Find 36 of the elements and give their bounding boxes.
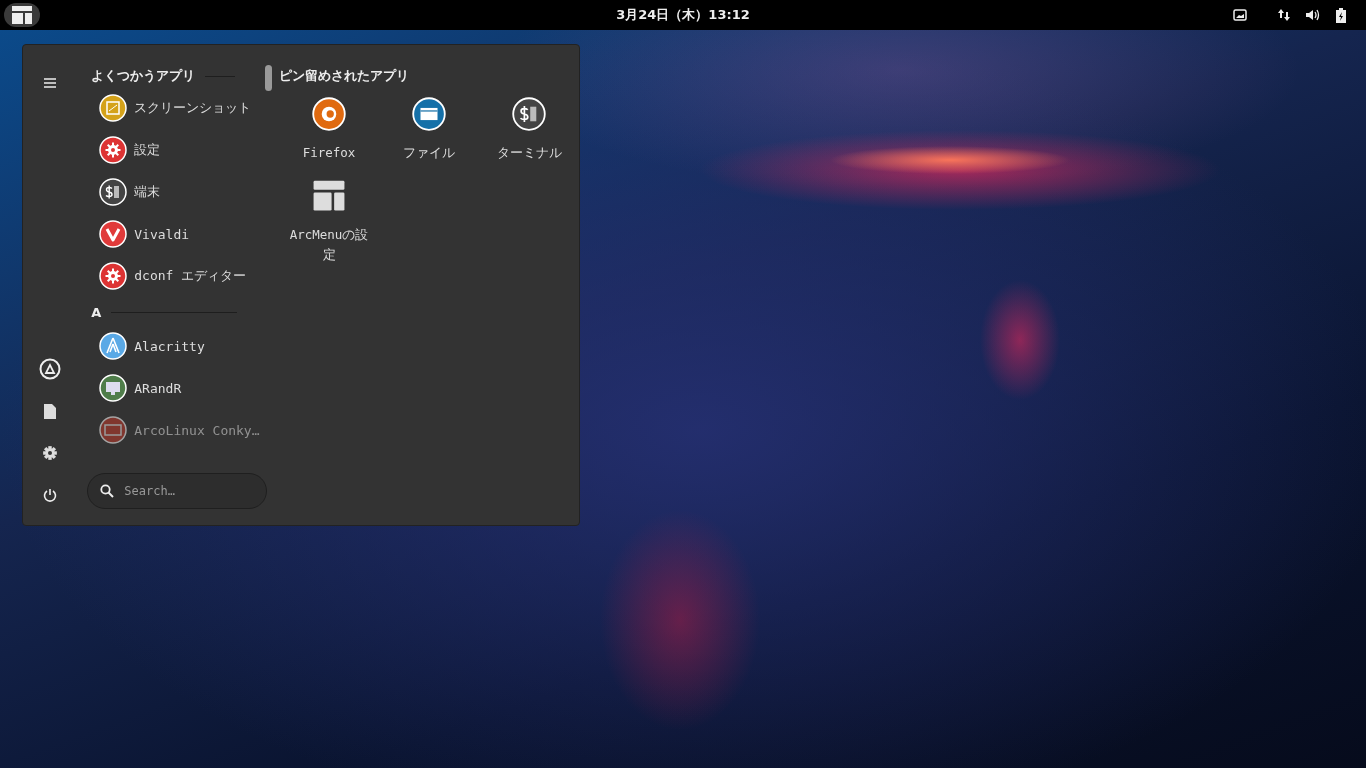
- pinned-app[interactable]: ファイル: [379, 95, 479, 163]
- app-list-item[interactable]: スクリーンショット: [77, 87, 264, 129]
- pinned-app[interactable]: ターミナル: [479, 95, 579, 163]
- app-icon: [312, 97, 346, 131]
- scrollbar-thumb[interactable]: [264, 65, 272, 91]
- app-list-item[interactable]: 設定: [77, 129, 264, 171]
- app-icon: [99, 178, 128, 206]
- clock[interactable]: 3月24日（木）13:12: [616, 6, 750, 24]
- section-title: よくつかうアプリ: [91, 67, 196, 85]
- section-title: ピン留めされたアプリ: [279, 67, 409, 85]
- app-list-item[interactable]: 端末: [77, 171, 264, 213]
- volume-icon[interactable]: [1306, 9, 1320, 21]
- section-letter: A: [91, 304, 102, 320]
- app-list-item[interactable]: Vivaldi: [77, 213, 264, 255]
- app-icon: [412, 97, 446, 131]
- app-list-item[interactable]: dconf エディター: [77, 255, 264, 297]
- app-icon: [99, 262, 128, 290]
- app-icon: [99, 416, 128, 444]
- image-icon[interactable]: [1233, 9, 1247, 21]
- pinned-app[interactable]: Firefox: [279, 95, 379, 163]
- app-icon: [99, 374, 128, 402]
- app-icon: [99, 332, 128, 360]
- menu-button[interactable]: [4, 3, 40, 27]
- app-list-item[interactable]: ArcoLinux Conky…: [77, 409, 264, 451]
- network-arrows-icon[interactable]: [1278, 8, 1290, 22]
- search-field[interactable]: Search…: [87, 473, 268, 509]
- layout-icon: [12, 6, 32, 24]
- app-list-item[interactable]: Alacritty: [77, 325, 264, 367]
- search-icon: [100, 484, 115, 498]
- app-icon: [99, 220, 128, 248]
- app-list-item[interactable]: ARandR: [77, 367, 264, 409]
- pinned-app[interactable]: ArcMenuの設定: [279, 175, 379, 265]
- app-icon: [512, 97, 546, 131]
- app-icon: [99, 136, 128, 164]
- battery-icon[interactable]: [1336, 7, 1346, 23]
- app-icon: [99, 94, 128, 122]
